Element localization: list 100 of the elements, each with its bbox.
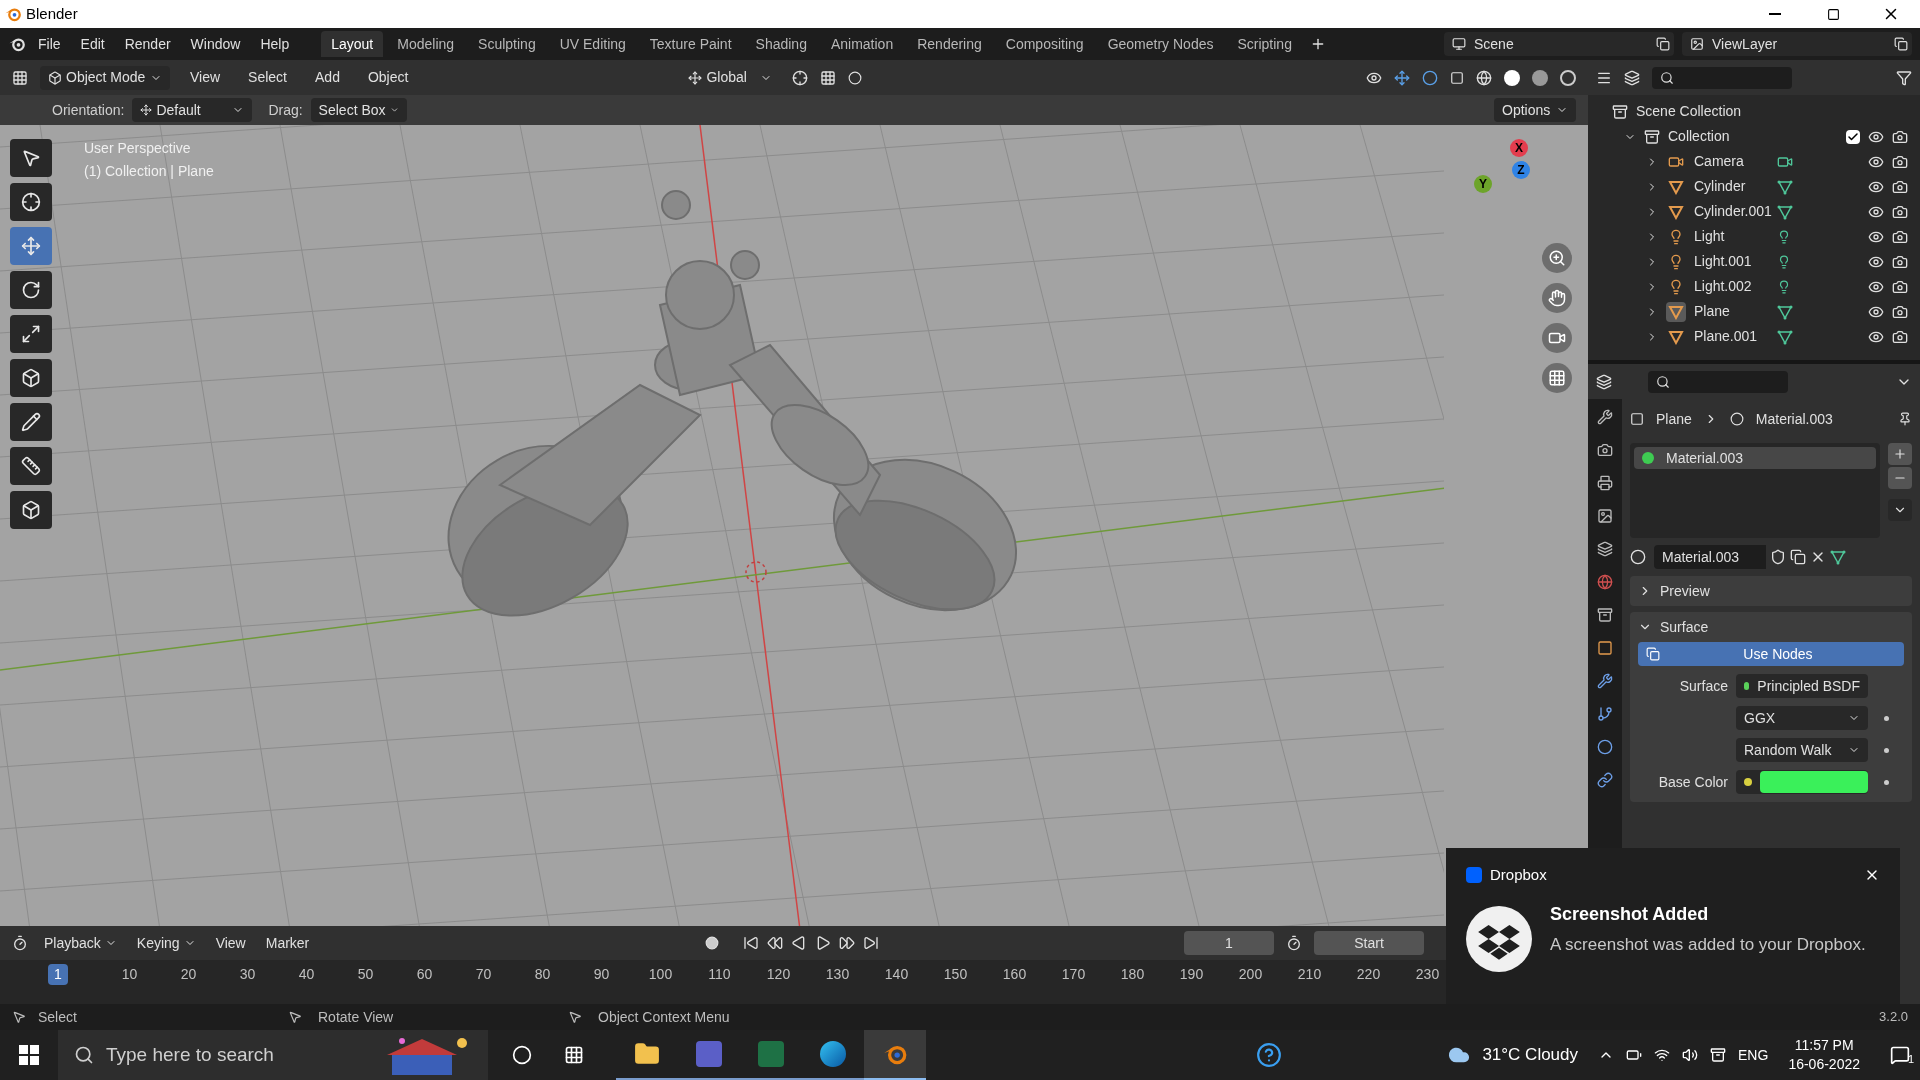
workspace-tab[interactable]: Animation (820, 31, 904, 57)
filter-icon[interactable] (1896, 69, 1912, 86)
select-dropdown[interactable]: GGX (1736, 706, 1868, 730)
material-browse-icon[interactable] (1630, 549, 1646, 565)
tree-item-label[interactable]: Camera (1694, 151, 1769, 172)
pin-icon[interactable] (1898, 412, 1912, 426)
menu-item[interactable]: Marker (261, 932, 314, 954)
tree-item-label[interactable]: Collection (1668, 126, 1730, 147)
menu-item[interactable]: View (182, 67, 229, 88)
menu-item[interactable]: Playback (40, 932, 121, 954)
branch-icon[interactable] (1597, 706, 1613, 722)
object-type-badge[interactable] (1666, 301, 1686, 322)
menu-item[interactable]: Window (182, 31, 249, 57)
workspace-tab[interactable]: Texture Paint (639, 31, 742, 57)
shader-link-field[interactable]: Principled BSDF (1736, 674, 1868, 698)
workspace-tab[interactable]: UV Editing (549, 31, 636, 57)
rendered-shading-icon[interactable] (1560, 69, 1576, 86)
material-name-field[interactable]: Material.003 (1654, 545, 1766, 569)
mode-dropdown[interactable]: Object Mode (40, 65, 170, 90)
clock[interactable]: 11:57 PM 16-06-2022 (1780, 1036, 1868, 1074)
exclude-checkbox[interactable] (1846, 129, 1860, 144)
render-icon[interactable] (1892, 253, 1908, 270)
stopwatch-icon[interactable] (1286, 935, 1302, 951)
duplicate-icon[interactable] (1790, 549, 1806, 565)
workspace-tab[interactable]: Compositing (995, 31, 1094, 57)
tree-item-label[interactable]: Scene Collection (1636, 101, 1742, 122)
tool-button[interactable] (10, 315, 52, 353)
printer-icon[interactable] (1597, 475, 1613, 491)
menu-item[interactable]: Edit (72, 31, 113, 57)
jump-start-icon[interactable] (743, 935, 760, 951)
weather-label[interactable]: 31°C Cloudy (1482, 1042, 1579, 1068)
wrench-icon[interactable] (1597, 409, 1613, 425)
image-icon[interactable] (1597, 508, 1613, 524)
tool-button[interactable] (10, 139, 52, 177)
wireframe-shading-icon[interactable] (1476, 69, 1492, 86)
menu-item[interactable]: Help (252, 31, 298, 57)
orientation-dropdown[interactable]: Default (132, 98, 253, 122)
render-icon[interactable] (1892, 303, 1908, 320)
wrench-icon[interactable] (1597, 673, 1613, 689)
square-icon[interactable] (1597, 640, 1613, 656)
tree-item-label[interactable]: Cylinder (1694, 176, 1769, 197)
editor-type-icon[interactable] (12, 69, 28, 86)
link-icon[interactable] (1597, 772, 1613, 788)
render-icon[interactable] (1892, 328, 1908, 345)
menu-item[interactable]: Keying (132, 932, 200, 954)
material-slot[interactable]: Material.003 (1634, 447, 1876, 469)
archive-icon[interactable] (1597, 607, 1613, 623)
workspace-tab[interactable]: Rendering (907, 31, 992, 57)
tool-button[interactable] (10, 183, 52, 221)
select-dropdown[interactable]: Random Walk (1736, 738, 1868, 762)
record-icon[interactable] (705, 936, 720, 950)
workspace-tab[interactable]: Sculpting (468, 31, 546, 57)
camera-button[interactable] (1542, 323, 1572, 353)
notification-center-icon[interactable] (1890, 1045, 1910, 1065)
tree-item-label[interactable]: Cylinder.001 (1694, 201, 1769, 222)
pivot-icon[interactable] (792, 69, 809, 86)
remove-slot-button[interactable] (1888, 467, 1912, 489)
render-icon[interactable] (1892, 178, 1908, 195)
panel-header[interactable]: Surface (1630, 612, 1912, 642)
search-field[interactable] (1648, 370, 1788, 393)
tree-item-label[interactable]: Plane (1694, 301, 1769, 322)
tool-button[interactable] (10, 271, 52, 309)
taskbar-search-field[interactable]: Type here to search (58, 1030, 488, 1080)
snap-icon[interactable] (820, 69, 837, 86)
add-slot-button[interactable] (1888, 443, 1912, 465)
wifi-icon[interactable] (1654, 1047, 1671, 1063)
xray-icon[interactable] (1450, 70, 1464, 85)
render-icon[interactable] (1892, 228, 1908, 245)
taskbar-app-button[interactable] (864, 1030, 926, 1080)
next-keyframe-icon[interactable] (839, 935, 856, 951)
render-icon[interactable] (1892, 278, 1908, 295)
current-frame-field[interactable]: 1 (1184, 931, 1274, 955)
help-icon[interactable] (1256, 1042, 1282, 1068)
use-nodes-button[interactable]: Use Nodes (1638, 642, 1904, 666)
tool-button[interactable] (10, 447, 52, 485)
workspace-tab[interactable]: Layout (321, 31, 384, 57)
view-layer-field[interactable]: ViewLayer (1682, 32, 1912, 56)
tree-item-label[interactable]: Light.002 (1694, 276, 1769, 297)
material-shading-icon[interactable] (1532, 69, 1548, 86)
tree-item-label[interactable]: Plane.001 (1694, 326, 1769, 347)
globe-icon[interactable] (1597, 574, 1613, 590)
menu-item[interactable]: Render (116, 31, 179, 57)
camera-icon[interactable] (1597, 442, 1613, 458)
search-field[interactable] (1652, 66, 1792, 89)
slot-menu-button[interactable] (1888, 499, 1912, 521)
editor-type-icon[interactable] (1596, 373, 1612, 390)
tree-item-label[interactable]: Light.001 (1694, 251, 1769, 272)
menu-item[interactable]: File (30, 31, 69, 57)
tree-item-label[interactable]: Light (1694, 226, 1769, 247)
render-icon[interactable] (1892, 153, 1908, 170)
notification-toast[interactable]: Dropbox Screenshot Added A screenshot was added to your Dropbox. (1446, 848, 1900, 1004)
solid-shading-icon[interactable] (1504, 69, 1520, 86)
battery-icon[interactable] (1626, 1047, 1643, 1063)
transform-orientation-dropdown[interactable]: Global (680, 65, 781, 90)
volume-icon[interactable] (1682, 1047, 1699, 1063)
render-icon[interactable] (1892, 128, 1908, 145)
scene-field[interactable]: Scene (1444, 32, 1674, 56)
start-frame-field[interactable]: Start (1314, 931, 1424, 955)
layers-icon[interactable] (1597, 541, 1613, 557)
workspace-tab[interactable]: Modeling (387, 31, 465, 57)
